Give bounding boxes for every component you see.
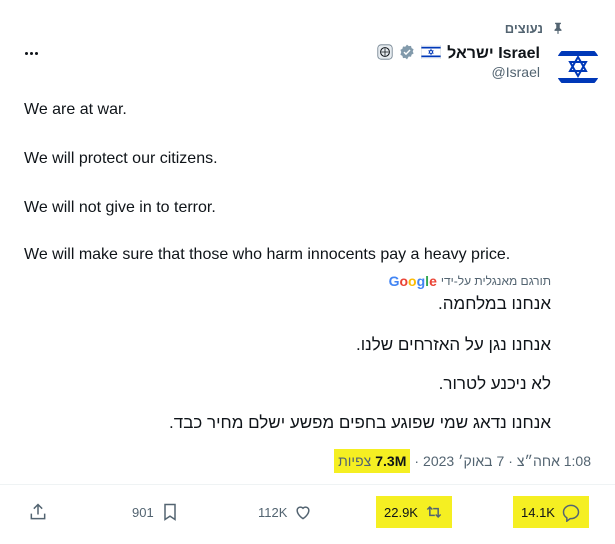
author-line: Israel ישראל (377, 43, 540, 65)
like-count: 112K (258, 504, 288, 520)
views-block[interactable]: 7.3M צפיות (334, 449, 411, 473)
reply-count: 14.1K (521, 504, 555, 520)
israel-flag-icon (421, 44, 441, 64)
views-label: צפיות (338, 453, 372, 469)
bookmark-button[interactable]: 901 (132, 496, 180, 528)
tweet-line-en-2: We will protect our citizens. (24, 150, 218, 167)
gov-badge-icon[interactable] (377, 43, 393, 65)
google-logo: Google (388, 273, 437, 289)
bookmark-icon (160, 502, 180, 522)
tweet-date[interactable]: 7 באוק׳ 2023 (423, 453, 504, 469)
bookmark-count: 901 (132, 504, 154, 520)
tweet-time[interactable]: 1:08 אחה״צ (517, 453, 591, 469)
retweet-icon (424, 502, 444, 522)
tweet-line-he-4: אנחנו נדאג שמי שפוגע בחפים מפשע ישלם מחי… (169, 413, 551, 432)
more-options-icon[interactable] (24, 42, 44, 62)
handle[interactable]: @Israel (492, 64, 540, 80)
tweet-line-en-3: We will not give in to terror. (24, 199, 216, 216)
pinned-label: נעוצים (504, 20, 543, 36)
verified-badge-icon[interactable] (399, 44, 415, 65)
views-count: 7.3M (375, 453, 407, 469)
tweet-line-he-2: אנחנו נגן על האזרחים שלנו. (355, 335, 551, 354)
like-button[interactable]: 112K (258, 496, 313, 528)
retweet-count: 22.9K (384, 504, 418, 520)
pin-icon (551, 21, 565, 35)
reply-button[interactable]: 14.1K (513, 496, 589, 528)
translated-label: תורגם מאנגלית על-ידי (440, 274, 551, 288)
display-name[interactable]: Israel ישראל (447, 45, 540, 63)
tweet-line-he-1: אנחנו במלחמה. (438, 294, 551, 313)
avatar[interactable] (555, 44, 601, 90)
meta-separator: · (508, 453, 513, 469)
heart-icon (293, 502, 313, 522)
retweet-button[interactable]: 22.9K (376, 496, 452, 528)
tweet-line-en-4: We will make sure that those who harm in… (24, 246, 511, 263)
share-icon (28, 502, 48, 522)
translated-by[interactable]: Google תורגם מאנגלית על-ידי (389, 273, 551, 289)
tweet-meta: 1:08 אחה״צ · 7 באוק׳ 2023 · 7.3M צפיות (334, 449, 591, 473)
tweet-line-en-1: We are at war. (24, 101, 127, 118)
reply-icon (561, 502, 581, 522)
share-button[interactable] (28, 496, 48, 528)
meta-separator: · (414, 453, 420, 469)
pinned-indicator: נעוצים (505, 18, 565, 38)
divider (0, 484, 615, 485)
tweet-line-he-3: לא ניכנע לטרור. (438, 374, 551, 393)
